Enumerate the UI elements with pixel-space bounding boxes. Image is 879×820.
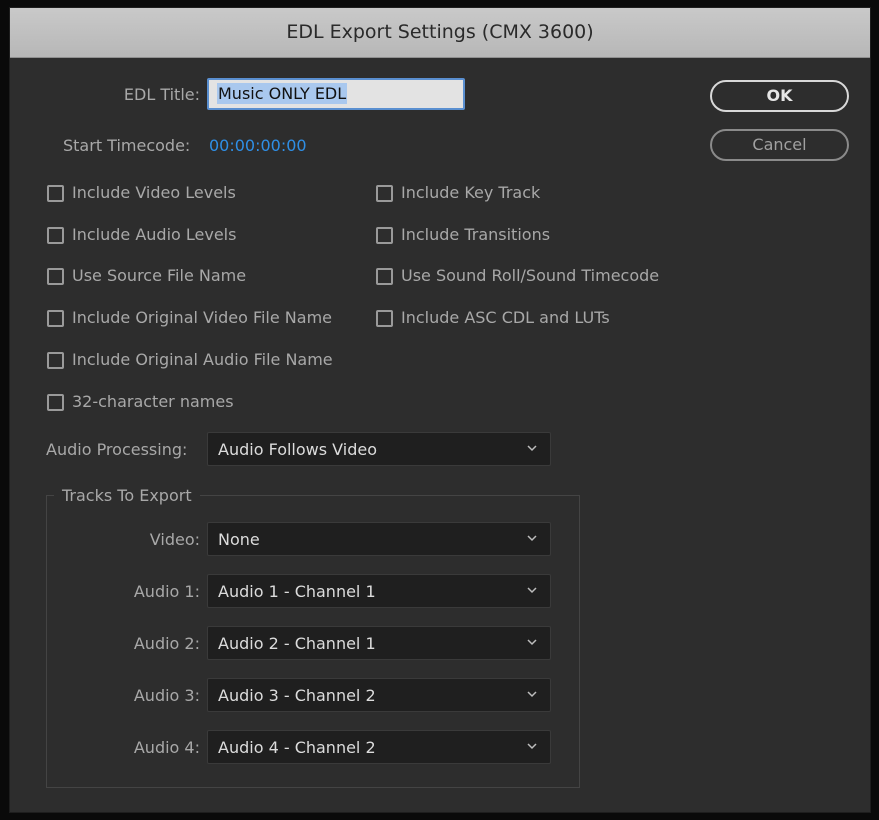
- dropdown-value: None: [218, 530, 260, 549]
- checkbox-box[interactable]: [47, 352, 64, 369]
- dialog-titlebar[interactable]: EDL Export Settings (CMX 3600): [10, 8, 870, 58]
- checkbox-box[interactable]: [47, 268, 64, 285]
- ok-button[interactable]: OK: [710, 80, 849, 112]
- checkbox-label: Use Source File Name: [72, 266, 247, 285]
- checkbox-box[interactable]: [47, 185, 64, 202]
- edl-export-dialog: EDL Export Settings (CMX 3600) EDL Title…: [9, 7, 871, 813]
- chevron-down-icon: [527, 535, 537, 542]
- audio-1-track-label: Audio 1:: [133, 582, 200, 601]
- dialog-title: EDL Export Settings (CMX 3600): [286, 21, 594, 43]
- audio-3-track-label: Audio 3:: [133, 686, 200, 705]
- checkbox-label: Include ASC CDL and LUTs: [401, 308, 610, 327]
- audio-1-track-dropdown[interactable]: Audio 1 - Channel 1: [207, 574, 551, 608]
- checkbox-box[interactable]: [47, 310, 64, 327]
- chevron-down-icon: [527, 639, 537, 646]
- checkbox-box[interactable]: [47, 394, 64, 411]
- checkbox-label: Include Original Audio File Name: [72, 350, 333, 369]
- dropdown-value: Audio Follows Video: [218, 440, 377, 459]
- checkbox-label: 32-character names: [72, 392, 234, 411]
- checkbox-box[interactable]: [376, 310, 393, 327]
- checkbox-label: Include Key Track: [401, 183, 541, 202]
- chevron-down-icon: [527, 587, 537, 594]
- checkbox-label: Use Sound Roll/Sound Timecode: [401, 266, 660, 285]
- start-timecode-value[interactable]: 00:00:00:00: [209, 136, 307, 155]
- chevron-down-icon: [527, 445, 537, 452]
- screenshot-frame: EDL Export Settings (CMX 3600) EDL Title…: [0, 0, 879, 820]
- dropdown-value: Audio 4 - Channel 2: [218, 738, 376, 757]
- edl-title-value: Music ONLY EDL: [217, 83, 348, 104]
- audio-4-track-dropdown[interactable]: Audio 4 - Channel 2: [207, 730, 551, 764]
- audio-2-track-dropdown[interactable]: Audio 2 - Channel 1: [207, 626, 551, 660]
- audio-4-track-label: Audio 4:: [133, 738, 200, 757]
- checkbox-box[interactable]: [376, 268, 393, 285]
- start-timecode-label: Start Timecode:: [63, 136, 191, 155]
- checkbox-box[interactable]: [47, 227, 64, 244]
- audio-processing-dropdown[interactable]: Audio Follows Video: [207, 432, 551, 466]
- chevron-down-icon: [527, 743, 537, 750]
- video-track-dropdown[interactable]: None: [207, 522, 551, 556]
- video-track-label: Video:: [149, 530, 200, 549]
- checkbox-label: Include Video Levels: [72, 183, 236, 202]
- tracks-to-export-title: Tracks To Export: [54, 486, 200, 505]
- edl-title-input[interactable]: Music ONLY EDL: [207, 78, 465, 110]
- checkbox-label: Include Transitions: [401, 225, 551, 244]
- audio-processing-label: Audio Processing:: [46, 440, 188, 459]
- dropdown-value: Audio 3 - Channel 2: [218, 686, 376, 705]
- checkbox-label: Include Audio Levels: [72, 225, 237, 244]
- audio-2-track-label: Audio 2:: [133, 634, 200, 653]
- dropdown-value: Audio 2 - Channel 1: [218, 634, 376, 653]
- chevron-down-icon: [527, 691, 537, 698]
- dropdown-value: Audio 1 - Channel 1: [218, 582, 376, 601]
- edl-title-label: EDL Title:: [123, 85, 200, 104]
- cancel-button[interactable]: Cancel: [710, 129, 849, 161]
- audio-3-track-dropdown[interactable]: Audio 3 - Channel 2: [207, 678, 551, 712]
- checkbox-label: Include Original Video File Name: [72, 308, 332, 327]
- checkbox-box[interactable]: [376, 227, 393, 244]
- checkbox-box[interactable]: [376, 185, 393, 202]
